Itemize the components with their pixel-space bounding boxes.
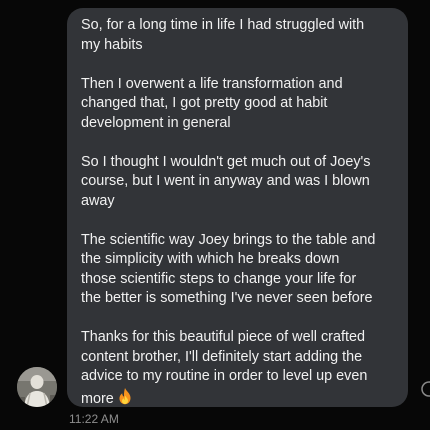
message-paragraph-5: Thanks for this beautiful piece of well …	[81, 328, 396, 411]
message-paragraph-1: So, for a long time in life I had strugg…	[81, 17, 365, 53]
message-bubble[interactable]: So, for a long time in life I had strugg…	[67, 8, 408, 407]
reaction-icon[interactable]	[420, 380, 430, 398]
sender-avatar[interactable]	[17, 367, 57, 407]
message-paragraph-4: The scientific way Joey brings to the ta…	[81, 231, 376, 307]
chat-thread: So, for a long time in life I had strugg…	[0, 0, 430, 430]
message-paragraph-3: So I thought I wouldn't get much out of …	[81, 153, 371, 209]
fire-emoji-icon	[117, 387, 133, 412]
message-paragraph-2: Then I overwent a life transformation an…	[81, 75, 343, 131]
message-timestamp: 11:22 AM	[69, 412, 119, 426]
